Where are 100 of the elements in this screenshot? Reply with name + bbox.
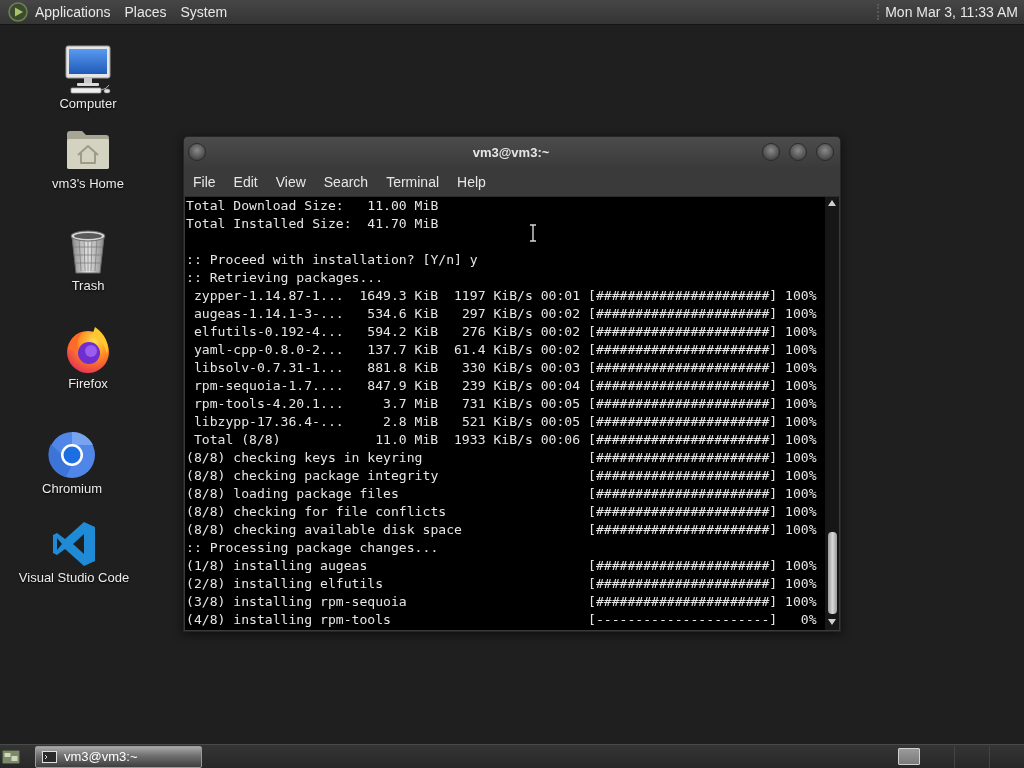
terminal-output[interactable] bbox=[185, 197, 825, 630]
package-name: yaml-cpp-0.8.0-2... bbox=[193, 341, 344, 359]
download-rate: 1197 KiB/s bbox=[454, 287, 533, 305]
package-name: Total (8/8) bbox=[193, 431, 281, 449]
package-size: 534.6 KiB bbox=[367, 305, 439, 323]
terminal-icon bbox=[42, 750, 57, 763]
download-rate: 239 KiB/s bbox=[461, 377, 533, 395]
window-control-button[interactable] bbox=[789, 143, 807, 161]
window-control-button[interactable] bbox=[762, 143, 780, 161]
step-text: (1/8) installing augeas bbox=[186, 557, 368, 575]
percent-text: 100% bbox=[785, 485, 817, 503]
scrollbar-thumb[interactable] bbox=[827, 532, 837, 614]
panel-menu-button[interactable]: System bbox=[173, 1, 235, 23]
package-name: augeas-1.14.1-3-... bbox=[193, 305, 344, 323]
package-name: rpm-sequoia-1.7.... bbox=[193, 377, 344, 395]
scrollbar-track[interactable] bbox=[825, 197, 839, 630]
home-folder-icon[interactable] bbox=[66, 130, 110, 170]
package-size: 11.0 MiB bbox=[375, 431, 439, 449]
progress-text: [######################] bbox=[588, 467, 778, 485]
up-arrow-icon[interactable] bbox=[827, 199, 837, 207]
progress-text: [######################] bbox=[588, 575, 778, 593]
percent-text: 100% bbox=[785, 593, 817, 611]
percent-text: 100% bbox=[785, 431, 817, 449]
percent-text: 100% bbox=[785, 557, 817, 575]
elapsed-time: 00:05 bbox=[540, 395, 581, 413]
terminal-line: :: Retrieving packages... bbox=[186, 269, 384, 287]
progress-text: [######################] bbox=[588, 413, 778, 431]
angle-logo-icon[interactable] bbox=[52, 521, 96, 567]
down-arrow-icon[interactable] bbox=[827, 618, 837, 626]
menu-item[interactable]: File bbox=[184, 169, 225, 194]
download-rate: 731 KiB/s bbox=[461, 395, 533, 413]
package-size: 137.7 KiB bbox=[367, 341, 439, 359]
elapsed-time: 00:04 bbox=[540, 377, 581, 395]
step-text: (2/8) installing elfutils bbox=[186, 575, 384, 593]
show-desktop-icon[interactable] bbox=[2, 748, 20, 765]
terminal-line: :: Processing package changes... bbox=[186, 539, 439, 557]
percent-text: 100% bbox=[785, 359, 817, 377]
download-rate: 521 KiB/s bbox=[461, 413, 533, 431]
package-name: elfutils-0.192-4... bbox=[193, 323, 344, 341]
menu-item[interactable]: Search bbox=[314, 169, 378, 194]
window-control-button[interactable] bbox=[816, 143, 834, 161]
ring-logo-icon[interactable] bbox=[48, 431, 96, 479]
download-rate: 297 KiB/s bbox=[461, 305, 533, 323]
progress-text: [######################] bbox=[588, 395, 778, 413]
flame-globe-icon[interactable] bbox=[65, 326, 111, 374]
progress-text: [######################] bbox=[588, 503, 778, 521]
menu-item[interactable]: View bbox=[266, 169, 315, 194]
percent-text: 100% bbox=[785, 413, 817, 431]
progress-text: [######################] bbox=[588, 287, 778, 305]
download-rate: 276 KiB/s bbox=[461, 323, 533, 341]
elapsed-time: 00:01 bbox=[540, 287, 581, 305]
panel-menu-button[interactable]: Places bbox=[117, 1, 174, 23]
percent-text: 100% bbox=[785, 503, 817, 521]
workspace-switcher[interactable] bbox=[898, 748, 920, 765]
desktop-icon-label[interactable]: Trash bbox=[71, 278, 105, 294]
percent-text: 100% bbox=[785, 341, 817, 359]
terminal-line: Total Download Size: 11.00 MiB bbox=[186, 197, 439, 215]
percent-text: 100% bbox=[785, 575, 817, 593]
clock[interactable]: Mon Mar 3, 11:33 AM bbox=[885, 4, 1020, 20]
percent-text: 100% bbox=[785, 521, 817, 539]
package-size: 2.8 MiB bbox=[383, 413, 439, 431]
elapsed-time: 00:03 bbox=[540, 359, 581, 377]
percent-text: 0% bbox=[800, 611, 817, 629]
percent-text: 100% bbox=[785, 305, 817, 323]
terminal-line: :: Proceed with installation? [Y/n] y bbox=[186, 251, 478, 269]
package-name: rpm-tools-4.20.1... bbox=[193, 395, 344, 413]
elapsed-time: 00:02 bbox=[540, 323, 581, 341]
percent-text: 100% bbox=[785, 467, 817, 485]
elapsed-time: 00:02 bbox=[540, 341, 581, 359]
progress-text: [######################] bbox=[588, 377, 778, 395]
progress-text: [######################] bbox=[588, 557, 778, 575]
desktop-icon-label[interactable]: vm3's Home bbox=[52, 176, 124, 192]
percent-text: 100% bbox=[785, 395, 817, 413]
monitor-icon[interactable] bbox=[63, 45, 113, 95]
panel-menu-button[interactable]: Applications bbox=[28, 1, 118, 23]
step-text: (8/8) checking for file conflicts bbox=[186, 503, 447, 521]
package-size: 594.2 KiB bbox=[367, 323, 439, 341]
desktop-icon-label[interactable]: Computer bbox=[59, 96, 117, 112]
menu-item[interactable]: Help bbox=[448, 169, 495, 194]
menu-item[interactable]: Terminal bbox=[377, 169, 449, 194]
package-size: 881.8 KiB bbox=[367, 359, 439, 377]
step-text: (3/8) installing rpm-sequoia bbox=[186, 593, 407, 611]
download-rate: 61.4 KiB/s bbox=[454, 341, 533, 359]
package-size: 847.9 KiB bbox=[367, 377, 439, 395]
desktop-icon-label[interactable]: Firefox bbox=[68, 376, 108, 392]
progress-text: [######################] bbox=[588, 341, 778, 359]
progress-text: [######################] bbox=[588, 521, 778, 539]
step-text: (8/8) checking keys in keyring bbox=[186, 449, 423, 467]
package-size: 3.7 MiB bbox=[383, 395, 439, 413]
trash-bin-icon[interactable] bbox=[69, 229, 107, 275]
taskbar-button[interactable]: vm3@vm3:~ bbox=[35, 745, 202, 768]
percent-text: 100% bbox=[785, 377, 817, 395]
progress-text: [######################] bbox=[588, 593, 778, 611]
desktop-icon-label[interactable]: Visual Studio Code bbox=[18, 570, 130, 586]
progress-text: [######################] bbox=[588, 485, 778, 503]
desktop-icon-label[interactable]: Chromium bbox=[42, 481, 102, 497]
play-logo-icon[interactable] bbox=[8, 2, 28, 22]
window-title: vm3@vm3:~ bbox=[472, 144, 550, 160]
menu-item[interactable]: Edit bbox=[224, 169, 267, 194]
window-menu-button[interactable] bbox=[188, 143, 206, 161]
